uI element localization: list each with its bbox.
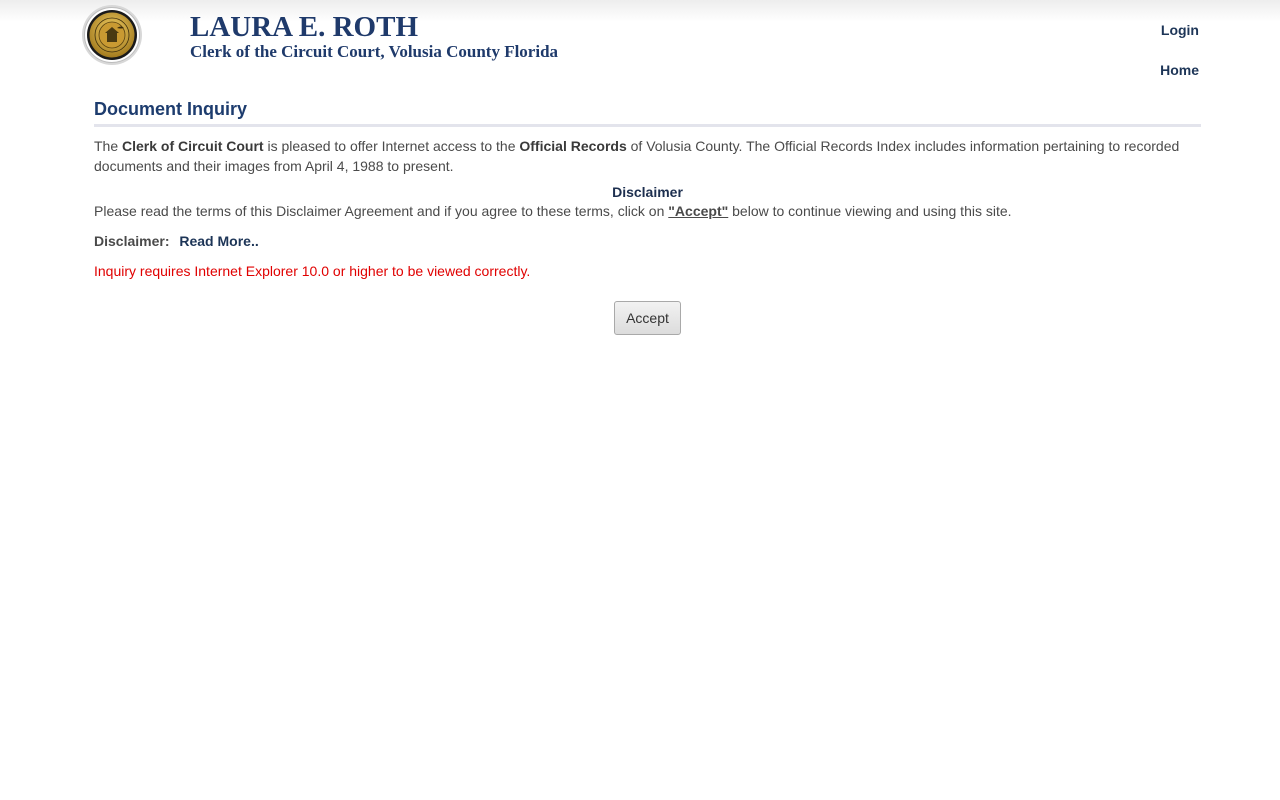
intro-part-1: The bbox=[94, 138, 123, 154]
intro-bold-clerk: Clerk of Circuit Court bbox=[122, 138, 264, 154]
disclaimer-readmore-row: Disclaimer: Read More.. bbox=[94, 230, 1201, 252]
accept-container: Accept bbox=[94, 301, 1201, 335]
browser-warning: Inquiry requires Internet Explorer 10.0 … bbox=[94, 263, 531, 279]
intro-bold-records: Official Records bbox=[519, 138, 627, 154]
site-header: LAURA E. ROTH Clerk of the Circuit Court… bbox=[0, 0, 1280, 88]
page-title: Document Inquiry bbox=[94, 99, 248, 119]
title-divider bbox=[94, 124, 1201, 127]
read-more-link[interactable]: Read More.. bbox=[179, 233, 258, 249]
intro-part-2: is pleased to offer Internet access to t… bbox=[263, 138, 520, 154]
home-link[interactable]: Home bbox=[1160, 62, 1199, 78]
disclaimer-text: Please read the terms of this Disclaimer… bbox=[94, 201, 1201, 221]
intro-text: The Clerk of Circuit Court is pleased to… bbox=[94, 136, 1201, 176]
county-seal-icon bbox=[82, 5, 142, 65]
clerk-title: Clerk of the Circuit Court, Volusia Coun… bbox=[190, 42, 559, 61]
disclaimer-text-before: Please read the terms of this Disclaimer… bbox=[94, 203, 669, 219]
accept-button[interactable]: Accept bbox=[614, 301, 681, 335]
accept-reference: "Accept" bbox=[668, 203, 729, 219]
clerk-name: LAURA E. ROTH bbox=[190, 11, 419, 43]
disclaimer-heading: Disclaimer bbox=[612, 184, 683, 200]
disclaimer-text-after: below to continue viewing and using this… bbox=[728, 203, 1012, 219]
login-link[interactable]: Login bbox=[1161, 22, 1199, 38]
disclaimer-label: Disclaimer: bbox=[94, 233, 170, 249]
main-content: Document Inquiry The Clerk of Circuit Co… bbox=[94, 96, 1201, 335]
